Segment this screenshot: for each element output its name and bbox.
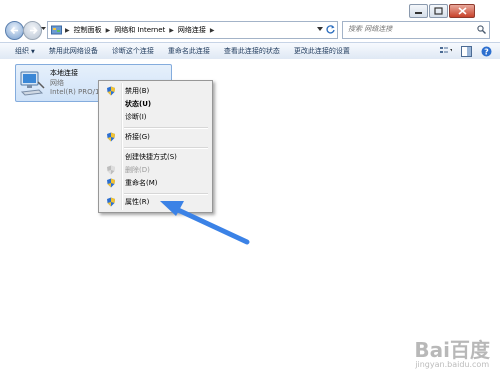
watermark-url: jingyan.baidu.com xyxy=(415,360,490,369)
watermark-logo: Bai百度 xyxy=(414,338,490,362)
network-connections-window: ▶ 控制面板 ▶ 网络和 Internet ▶ 网络连接 ▶ 组织▼ 禁用此网络 xyxy=(0,0,500,375)
baidu-watermark: Bai百度 jingyan.baidu.com xyxy=(414,334,490,369)
annotation-arrow xyxy=(160,201,250,245)
